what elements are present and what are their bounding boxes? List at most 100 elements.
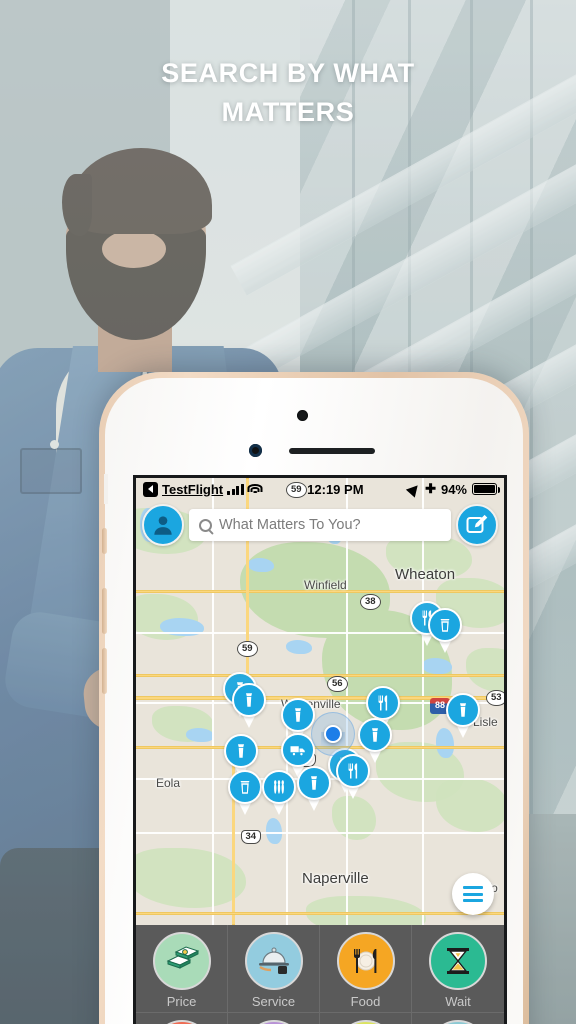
plate-utensils-icon: [353, 949, 376, 973]
category-tile-price[interactable]: Price: [136, 925, 228, 1013]
category-tile-speed[interactable]: [320, 1013, 412, 1024]
map-water: [286, 640, 312, 654]
status-bar-left: TestFlight: [143, 481, 263, 497]
compose-review-button[interactable]: [456, 504, 498, 546]
category-label: Food: [350, 994, 381, 1009]
search-icon: [199, 518, 212, 532]
user-avatar-icon: [154, 516, 172, 535]
pin-bubble: [446, 693, 480, 727]
category-tile-music[interactable]: [228, 1013, 320, 1024]
beer-glass-icon: [460, 703, 466, 717]
back-app-label[interactable]: TestFlight: [162, 482, 223, 497]
map-water: [266, 818, 282, 844]
map-park: [136, 848, 246, 908]
bluetooth-icon: ✚: [425, 481, 436, 496]
route-shield: 59: [237, 641, 258, 658]
route-shield: 56: [327, 676, 348, 693]
iphone-mockup: Wheaton Winfield Warrenville Lisle Eola …: [99, 372, 529, 1024]
search-placeholder-text: What Matters To You?: [219, 517, 361, 533]
category-tile-drinks[interactable]: [136, 1013, 228, 1024]
category-icon-wrap: [152, 932, 211, 990]
map-road: [136, 832, 504, 834]
map-park: [436, 778, 504, 832]
utensils-icon: [348, 763, 358, 779]
category-grid: Price Service Food Wait: [136, 925, 504, 1024]
category-label: Service: [251, 994, 296, 1009]
volume-down-button[interactable]: [102, 648, 107, 694]
category-tile-food[interactable]: Food: [320, 925, 412, 1013]
beer-glass-icon: [372, 728, 378, 742]
volume-up-button[interactable]: [102, 588, 107, 634]
hamburger-menu-icon-line: [463, 892, 483, 896]
map-pin-beer[interactable]: [446, 693, 480, 738]
battery-icon: [472, 483, 500, 495]
map-water: [248, 558, 274, 572]
drink-cup-icon: [240, 781, 250, 794]
category-icon-wrap: [244, 932, 303, 990]
phone-antenna-band: [104, 474, 108, 504]
proximity-sensor-icon: [249, 444, 263, 457]
map-pin-beer[interactable]: [297, 766, 331, 811]
drink-cup-icon: [440, 619, 450, 632]
category-icon-wrap: [336, 1020, 395, 1024]
earpiece-speaker: [288, 448, 375, 454]
status-bar-right: ✚ 94%: [405, 480, 500, 498]
utensils-icon: [378, 695, 388, 711]
pin-bubble: [358, 718, 392, 752]
beer-glass-icon: [311, 776, 317, 790]
hourglass-icon: [447, 948, 469, 974]
map-pin-beer[interactable]: [232, 683, 266, 728]
map-label-city: Wheaton: [395, 566, 456, 583]
map-water: [186, 728, 214, 742]
category-icon-wrap: [429, 1020, 487, 1024]
map-park: [306, 896, 426, 925]
headline-line-2: MATTERS: [221, 97, 355, 128]
back-arrow-icon[interactable]: [143, 481, 158, 497]
category-tile-wait[interactable]: Wait: [412, 925, 504, 1013]
category-label: Price: [166, 994, 197, 1009]
ios-status-bar: TestFlight 12:19 PM ✚ 94%: [136, 478, 504, 500]
pin-bubble: [228, 770, 262, 804]
pin-bubble: [224, 734, 258, 768]
pin-bubble: [262, 770, 296, 804]
pin-bubble: [281, 698, 315, 732]
serving-cloche-icon: [258, 947, 289, 974]
category-icon-wrap: [244, 1020, 303, 1024]
pin-bubble: [366, 686, 400, 720]
silent-switch[interactable]: [102, 528, 107, 554]
hero-headline: SEARCH BY WHAT MATTERS: [0, 54, 576, 132]
pin-bubble: [297, 766, 331, 800]
map-pin-drink[interactable]: [228, 770, 262, 815]
search-header-row: What Matters To You?: [136, 504, 504, 546]
category-icon-wrap: [152, 1020, 211, 1024]
phone-screen: Wheaton Winfield Warrenville Lisle Eola …: [136, 478, 504, 1024]
category-icon-wrap: [336, 932, 395, 990]
front-camera-icon: [297, 410, 309, 421]
bowling-pins-icon: [274, 780, 284, 794]
map-water: [422, 658, 452, 674]
headline-line-1: SEARCH BY WHAT: [161, 58, 415, 88]
beer-glass-icon: [238, 744, 244, 758]
category-label: Wait: [445, 994, 471, 1009]
wifi-icon: [247, 483, 263, 495]
menu-fab-button[interactable]: [452, 873, 494, 915]
beer-glass-icon: [246, 693, 252, 707]
category-tile-menu[interactable]: [412, 1013, 504, 1024]
status-bar-time: 12:19 PM: [307, 481, 364, 497]
route-shield: 38: [360, 594, 381, 611]
search-input[interactable]: What Matters To You?: [189, 509, 451, 541]
us-route-shield: 34: [241, 830, 261, 845]
map-label-city: Eola: [156, 776, 181, 790]
battery-percent-label: 94%: [440, 481, 467, 497]
map-pin-bowling[interactable]: [262, 770, 296, 815]
current-location-marker: [311, 712, 355, 756]
phone-body: Wheaton Winfield Warrenville Lisle Eola …: [102, 378, 523, 1024]
map-pin-utensils[interactable]: [336, 754, 370, 799]
location-dot: [324, 725, 342, 743]
category-tile-service[interactable]: Service: [228, 925, 320, 1013]
map-pin-drink[interactable]: [428, 608, 462, 653]
location-arrow-icon: [405, 480, 423, 498]
map-highway: [136, 674, 504, 677]
profile-avatar-button[interactable]: [142, 504, 184, 546]
pin-bubble: [336, 754, 370, 788]
